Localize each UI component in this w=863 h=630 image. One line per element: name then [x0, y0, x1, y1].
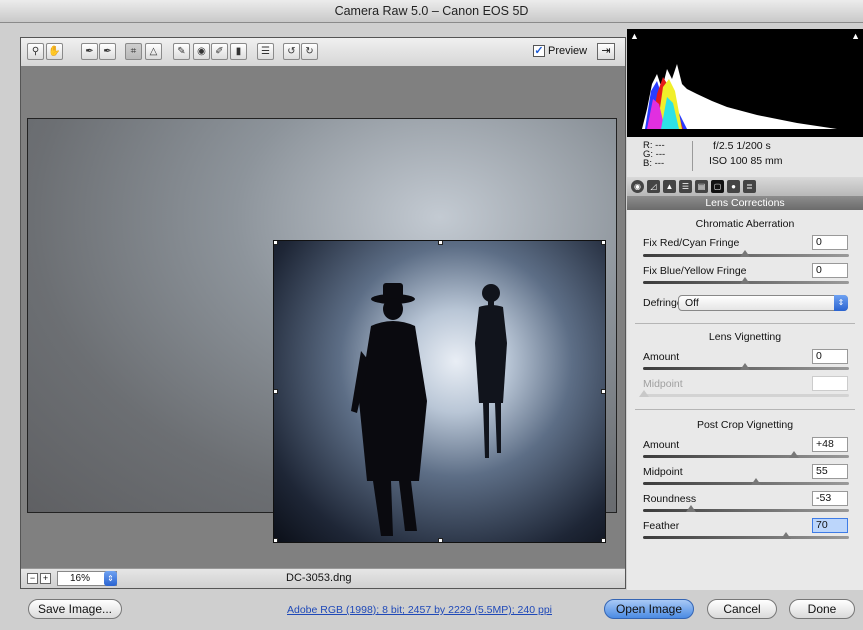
vignetting-midpoint-thumb	[639, 390, 649, 397]
status-bar: − + 16% ⇕ DC-3053.dng	[21, 568, 625, 588]
done-button[interactable]: Done	[789, 599, 855, 619]
defringe-value: Off	[685, 297, 699, 309]
vignetting-amount-label: Amount	[643, 351, 680, 363]
toolbar: ⚲ ✋ ✒ ✒ ⌗ △ ✎ ◉ ✐ ▮ ☰ ↺ ↻ ✓ Preview ⇥	[21, 38, 625, 67]
image-canvas[interactable]	[21, 66, 625, 568]
panel-title: Lens Corrections	[627, 196, 863, 210]
crop-box[interactable]	[273, 240, 606, 543]
pcv-roundness-label: Roundness	[643, 493, 697, 505]
exif-aperture-shutter: f/2.5 1/200 s	[713, 140, 771, 152]
pcv-amount-label: Amount	[643, 439, 680, 451]
man-silhouette	[351, 283, 427, 536]
highlight-clipping-warning-icon[interactable]: ▲	[851, 31, 860, 41]
straighten-tool-icon[interactable]: △	[145, 43, 162, 60]
rotate-right-tool-icon[interactable]: ↻	[301, 43, 318, 60]
vignetting-midpoint-slider	[643, 394, 849, 397]
divider	[635, 323, 855, 324]
rotate-left-tool-icon[interactable]: ↺	[283, 43, 300, 60]
pcv-roundness-thumb[interactable]	[686, 505, 696, 512]
red-eye-tool-icon[interactable]: ◉	[193, 43, 210, 60]
pcv-midpoint-thumb[interactable]	[751, 478, 761, 485]
cancel-button[interactable]: Cancel	[707, 599, 777, 619]
histogram-graph	[642, 64, 837, 129]
crop-handle-mr[interactable]	[601, 389, 605, 394]
crop-handle-ml[interactable]	[274, 389, 278, 394]
white-balance-tool-icon[interactable]: ✒	[81, 43, 98, 60]
pcv-midpoint-label: Midpoint	[643, 466, 683, 478]
defringe-dropdown-icon: ⇕	[834, 295, 848, 311]
defringe-select[interactable]: Off ⇕	[678, 295, 848, 311]
pcv-midpoint-slider[interactable]	[643, 482, 849, 485]
red-cyan-input[interactable]: 0	[812, 235, 848, 250]
red-cyan-thumb[interactable]	[740, 250, 750, 257]
blue-yellow-input[interactable]: 0	[812, 263, 848, 278]
lens-corrections-panel: Chromatic Aberration Fix Red/Cyan Fringe…	[627, 210, 863, 590]
pcv-roundness-slider[interactable]	[643, 509, 849, 512]
tab-camera-calibration-icon[interactable]: ●	[727, 180, 740, 193]
vignetting-midpoint-input	[812, 376, 848, 391]
divider	[635, 409, 855, 410]
window-title: Camera Raw 5.0 – Canon EOS 5D	[0, 0, 863, 23]
zoom-in-button[interactable]: +	[40, 573, 51, 584]
zoom-out-button[interactable]: −	[27, 573, 38, 584]
crop-handle-bm[interactable]	[438, 538, 443, 542]
vignetting-amount-thumb[interactable]	[740, 363, 750, 370]
blue-yellow-label: Fix Blue/Yellow Fringe	[643, 265, 747, 277]
panel-tabs: ◉ ◿ ▲ ☰ ▤ ▢ ● ≣	[627, 177, 863, 197]
pcv-feather-input[interactable]: 70	[812, 518, 848, 533]
vignetting-amount-input[interactable]: 0	[812, 349, 848, 364]
exif-iso-focal: ISO 100 85 mm	[709, 155, 783, 167]
post-crop-vignetting-heading: Post Crop Vignetting	[696, 419, 794, 431]
crop-handle-tm[interactable]	[438, 241, 443, 245]
pcv-roundness-input[interactable]: -53	[812, 491, 848, 506]
crop-handle-tl[interactable]	[274, 241, 278, 245]
pcv-feather-thumb[interactable]	[781, 532, 791, 539]
adjustment-brush-tool-icon[interactable]: ✐	[211, 43, 228, 60]
rgb-exif-readout: R: --- G: --- B: --- f/2.5 1/200 s ISO 1…	[627, 137, 863, 178]
hand-tool-icon[interactable]: ✋	[46, 43, 63, 60]
dialog-footer: Save Image... Adobe RGB (1998); 8 bit; 2…	[0, 592, 863, 630]
chromatic-aberration-heading: Chromatic Aberration	[695, 218, 795, 230]
pcv-feather-label: Feather	[643, 520, 680, 532]
pcv-feather-slider[interactable]	[643, 536, 849, 539]
spot-removal-tool-icon[interactable]: ✎	[173, 43, 190, 60]
tab-presets-icon[interactable]: ≣	[743, 180, 756, 193]
vignetting-midpoint-label: Midpoint	[643, 378, 683, 390]
photo-preview	[27, 118, 617, 543]
preview-label: Preview	[548, 45, 588, 57]
pcv-amount-thumb[interactable]	[789, 451, 799, 458]
image-editor: ⚲ ✋ ✒ ✒ ⌗ △ ✎ ◉ ✐ ▮ ☰ ↺ ↻ ✓ Preview ⇥ − …	[20, 37, 626, 589]
lens-vignetting-heading: Lens Vignetting	[708, 331, 782, 343]
shadow-clipping-warning-icon[interactable]: ▲	[630, 31, 639, 41]
tab-basic-icon[interactable]: ◉	[631, 180, 644, 193]
tab-detail-icon[interactable]: ▲	[663, 180, 676, 193]
save-image-button[interactable]: Save Image...	[28, 599, 122, 619]
crop-tool-icon[interactable]: ⌗	[125, 43, 142, 60]
tab-split-toning-icon[interactable]: ▤	[695, 180, 708, 193]
zoom-tool-icon[interactable]: ⚲	[27, 43, 44, 60]
blue-readout: B: ---	[643, 158, 665, 169]
tab-tone-curve-icon[interactable]: ◿	[647, 180, 660, 193]
zoom-dropdown-icon[interactable]: ⇕	[104, 571, 117, 586]
tab-lens-corrections-icon[interactable]: ▢	[711, 180, 724, 193]
pcv-midpoint-input[interactable]: 55	[812, 464, 848, 479]
crop-handle-bl[interactable]	[274, 538, 278, 542]
fullscreen-toggle-icon[interactable]: ⇥	[597, 43, 615, 60]
tab-hsl-icon[interactable]: ☰	[679, 180, 692, 193]
color-sampler-tool-icon[interactable]: ✒	[99, 43, 116, 60]
red-cyan-label: Fix Red/Cyan Fringe	[643, 237, 740, 249]
pcv-amount-input[interactable]: +48	[812, 437, 848, 452]
histogram: ▲ ▲	[627, 29, 863, 137]
pcv-amount-slider[interactable]	[643, 455, 849, 458]
filename-label: DC-3053.dng	[286, 572, 352, 584]
workflow-options-link[interactable]: Adobe RGB (1998); 8 bit; 2457 by 2229 (5…	[287, 604, 552, 616]
blue-yellow-thumb[interactable]	[740, 277, 750, 284]
crop-handle-br[interactable]	[601, 538, 605, 542]
graduated-filter-tool-icon[interactable]: ▮	[230, 43, 247, 60]
crop-handle-tr[interactable]	[601, 241, 605, 245]
woman-silhouette	[475, 284, 507, 458]
preview-checkbox[interactable]: ✓	[533, 45, 545, 57]
preferences-tool-icon[interactable]: ☰	[257, 43, 274, 60]
open-image-button[interactable]: Open Image	[604, 599, 694, 619]
